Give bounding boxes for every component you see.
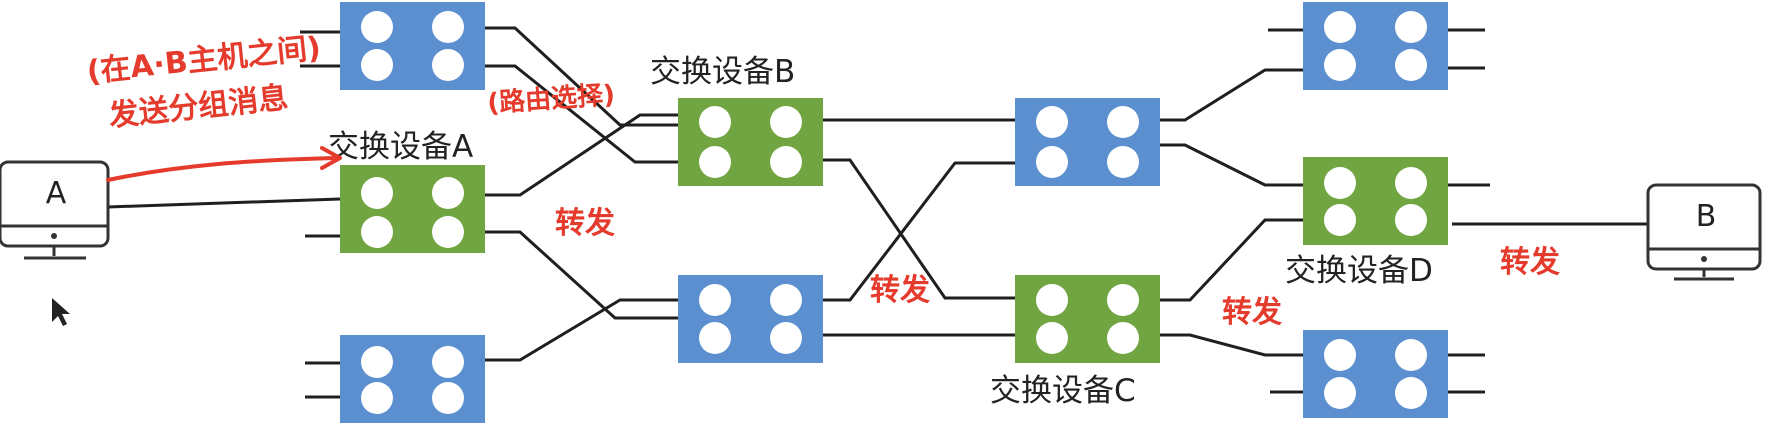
switch-body — [678, 98, 823, 186]
switch-body — [678, 275, 823, 363]
port-icon — [770, 106, 802, 138]
port-icon — [1395, 339, 1427, 371]
host-b-label: B — [1696, 199, 1717, 234]
switch-d-label: 交换设备D — [1285, 253, 1433, 289]
switch-node-blue-bottom-right — [1303, 330, 1448, 418]
switch-body — [1303, 330, 1448, 418]
host-b: B — [1646, 183, 1762, 281]
switch-node-a — [340, 165, 485, 253]
port-icon — [361, 177, 393, 209]
switch-node-blue-bottom-mid — [678, 275, 823, 363]
switch-body — [1303, 2, 1448, 90]
switch-body — [1015, 98, 1160, 186]
port-icon — [1324, 204, 1356, 236]
annotation-forward-4: 转发 — [1500, 245, 1560, 280]
port-icon — [432, 382, 464, 414]
port-icon — [770, 322, 802, 354]
port-icon — [1107, 284, 1139, 316]
port-icon — [1324, 339, 1356, 371]
port-icon — [699, 284, 731, 316]
switch-node-c — [1015, 275, 1160, 363]
annotation-forward-3: 转发 — [1222, 295, 1282, 330]
port-icon — [699, 106, 731, 138]
port-icon — [432, 346, 464, 378]
switch-body — [1015, 275, 1160, 363]
annotation-route-select: (路由选择) — [486, 79, 616, 119]
link-bluebl-bluebm — [485, 298, 678, 362]
mouse-pointer-icon — [52, 298, 70, 326]
link-bluec-bluetr — [1160, 68, 1303, 122]
port-icon — [361, 382, 393, 414]
annotation-forward-2: 转发 — [870, 273, 930, 308]
port-icon — [1107, 322, 1139, 354]
port-icon — [1395, 49, 1427, 81]
port-icon — [1395, 377, 1427, 409]
network-diagram: A B 交换设备A 交换设备B 交换设备C 交换设备D (在A·B主机之间) 发… — [0, 0, 1774, 441]
link-bluec-switchd — [1160, 143, 1303, 187]
port-icon — [432, 177, 464, 209]
switch-body — [340, 2, 485, 90]
port-icon — [432, 216, 464, 248]
port-icon — [699, 322, 731, 354]
port-icon — [1036, 106, 1068, 138]
annotation-forward-1: 转发 — [555, 206, 615, 241]
switch-body — [1303, 157, 1448, 245]
port-icon — [699, 146, 731, 178]
port-icon — [1395, 167, 1427, 199]
switch-node-blue-top-left — [340, 2, 485, 90]
switch-node-blue-center — [1015, 98, 1160, 186]
link-switchc-bluebr — [1160, 333, 1303, 357]
port-icon — [1107, 106, 1139, 138]
port-icon — [432, 11, 464, 43]
port-icon — [1395, 11, 1427, 43]
diagram-canvas: A B 交换设备A 交换设备B 交换设备C 交换设备D (在A·B主机之间) 发… — [0, 2, 1762, 423]
link-hosta-switcha — [107, 197, 341, 209]
port-icon — [1324, 167, 1356, 199]
port-icon — [770, 284, 802, 316]
annotation-between-hosts: (在A·B主机之间) — [85, 31, 322, 90]
switch-a-label: 交换设备A — [328, 129, 473, 165]
port-icon — [1324, 49, 1356, 81]
port-icon — [432, 49, 464, 81]
port-icon — [1107, 146, 1139, 178]
link-switchc-switchd — [1160, 218, 1303, 302]
port-icon — [1395, 204, 1427, 236]
switch-node-b — [678, 98, 823, 186]
switch-node-blue-top-right — [1303, 2, 1448, 90]
switch-b-label: 交换设备B — [650, 54, 795, 90]
port-icon — [361, 346, 393, 378]
port-icon — [1036, 146, 1068, 178]
port-icon — [361, 49, 393, 81]
host-a: A — [0, 160, 110, 260]
port-icon — [1324, 377, 1356, 409]
switch-node-blue-bottom-left — [340, 335, 485, 423]
annotation-send-message: 发送分组消息 — [106, 80, 290, 134]
port-icon — [1036, 322, 1068, 354]
port-icon — [361, 216, 393, 248]
switch-node-d — [1303, 157, 1448, 245]
port-icon — [770, 146, 802, 178]
switch-body — [340, 165, 485, 253]
port-icon — [1036, 284, 1068, 316]
switch-body — [340, 335, 485, 423]
host-a-label: A — [46, 176, 67, 211]
annotation-arrow — [106, 146, 342, 182]
port-icon — [1324, 11, 1356, 43]
switch-c-label: 交换设备C — [990, 373, 1136, 409]
port-icon — [361, 11, 393, 43]
link-switcha-bluebm — [485, 230, 678, 320]
link-switcha-switchb — [485, 113, 678, 197]
